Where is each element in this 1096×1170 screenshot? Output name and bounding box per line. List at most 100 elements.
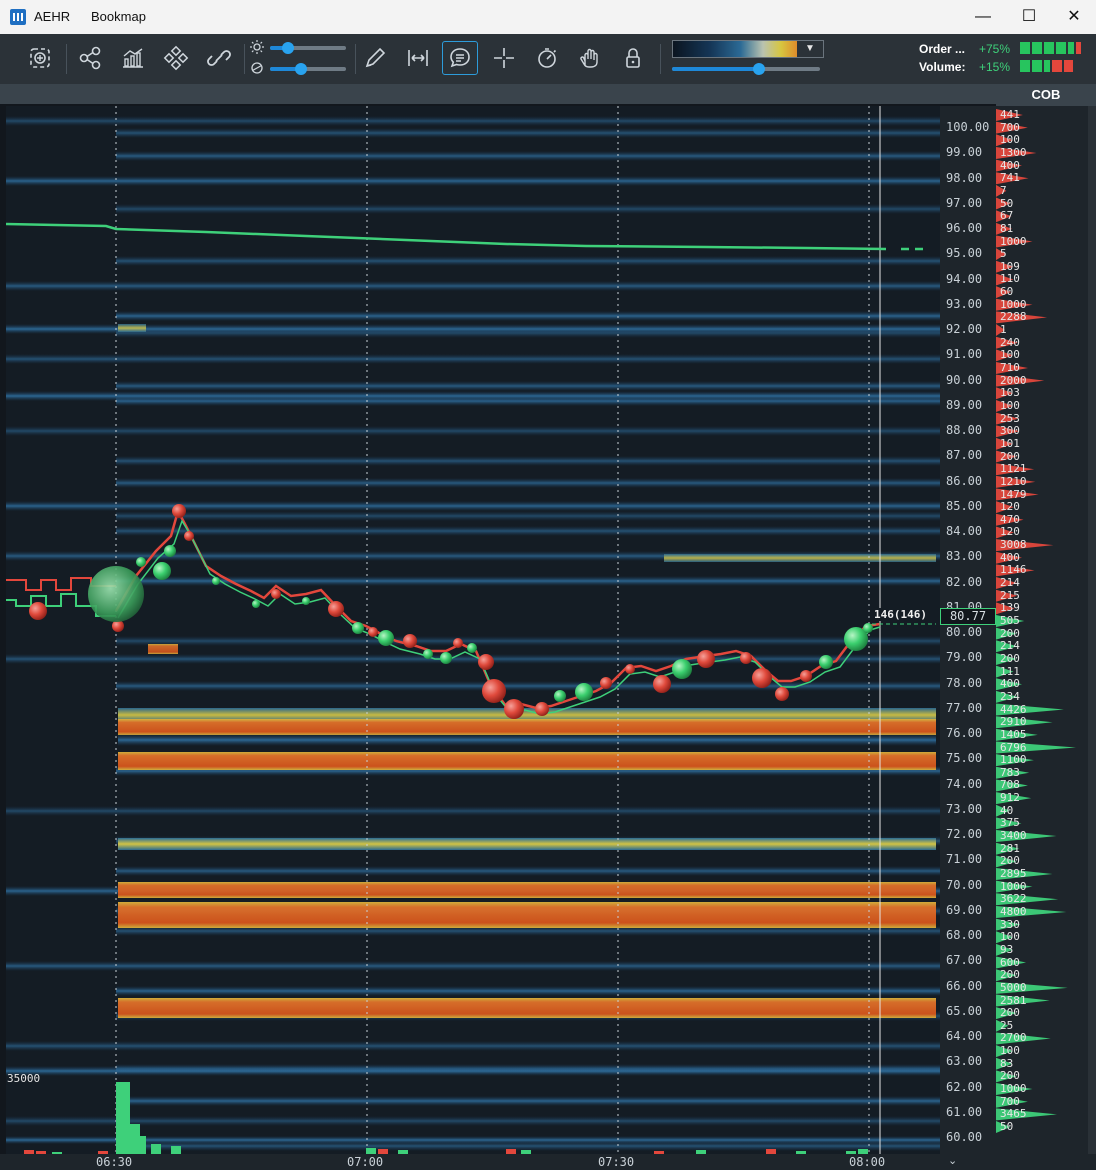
cob-size: 2288 (1000, 310, 1027, 324)
minimize-button[interactable]: — (960, 0, 1006, 34)
buy-trade-bubble (467, 643, 477, 653)
price-tick: 68.00 (946, 928, 983, 942)
cob-size: 50 (1000, 1120, 1014, 1133)
cob-size: 25 (1000, 1018, 1014, 1032)
liquidity-heatmap-bands (6, 116, 940, 1151)
cob-size: 400 (1000, 677, 1020, 691)
order-value: +75% (979, 42, 1011, 56)
maximize-button[interactable]: ☐ (1006, 0, 1052, 34)
price-axis[interactable]: 100.00 99.00 98.00 97.00 96.00 95.00 94.00 93.0… (940, 106, 996, 1154)
cob-size: 50 (1000, 196, 1014, 210)
cob-panel: 441 700 100 1300 400 741 7 50 67 81 1000 5 109 110 60 1… (996, 106, 1096, 1154)
price-tick: 82.00 (946, 574, 983, 589)
cob-size: 3465 (1000, 1107, 1027, 1121)
cob-scrollbar[interactable] (1088, 106, 1096, 1154)
indicators-icon[interactable] (119, 44, 147, 72)
buy-trade-bubble (153, 562, 171, 580)
contrast-slider-knob[interactable] (295, 63, 307, 75)
share-icon[interactable] (76, 44, 104, 72)
axis-collapse-icon[interactable]: ⌄ (940, 1154, 1096, 1170)
close-button[interactable]: ✕ (1051, 0, 1096, 34)
time-axis[interactable]: 06:30 07:00 07:30 08:00 (0, 1154, 940, 1170)
bookmap-logo-icon (10, 9, 26, 25)
price-tick: 93.00 (946, 296, 983, 311)
cob-size: 100 (1000, 1044, 1020, 1058)
sell-trade-bubble (478, 654, 494, 670)
cob-size: 3400 (1000, 829, 1027, 843)
measure-icon[interactable] (404, 44, 432, 72)
cob-size: 214 (1000, 576, 1020, 590)
buy-trade-bubble (554, 690, 566, 702)
crosshair-icon[interactable] (490, 44, 518, 72)
cob-size: 400 (1000, 158, 1020, 172)
link-icon[interactable] (205, 44, 233, 72)
price-tick: 62.00 (946, 1079, 983, 1094)
brightness-slider-knob[interactable] (282, 42, 294, 54)
buy-trade-bubble (302, 597, 310, 605)
price-tick: 99.00 (946, 145, 983, 160)
cob-size: 83 (1000, 1056, 1014, 1070)
price-tick: 60.00 (946, 1130, 983, 1144)
cob-size: 330 (1000, 917, 1020, 931)
cob-size: 40 (1000, 803, 1014, 817)
cob-size: 103 (1000, 386, 1020, 400)
sell-trade-bubble (600, 677, 612, 689)
price-tick: 84.00 (946, 524, 983, 538)
pencil-icon[interactable] (361, 44, 389, 72)
cob-size: 240 (1000, 335, 1020, 349)
cob-size: 2000 (1000, 373, 1027, 387)
cob-size: 1121 (1000, 462, 1027, 476)
cob-size: 700 (1000, 1094, 1020, 1108)
cob-size: 1146 (1000, 563, 1027, 577)
price-tick: 71.00 (946, 852, 983, 867)
cob-size: 5 (1000, 247, 1007, 261)
chat-icon[interactable] (442, 41, 478, 75)
price-tick: 76.00 (946, 726, 983, 740)
sell-trade-bubble (172, 504, 186, 518)
price-tick: 94.00 (946, 271, 983, 286)
cob-size: 1000 (1000, 234, 1027, 248)
brightness-icon (249, 39, 265, 55)
heatmap-range-slider-knob[interactable] (753, 63, 765, 75)
buy-volume-bar (171, 1146, 181, 1154)
cob-size: 1 (1000, 323, 1007, 337)
large-trade-bubble (88, 566, 144, 622)
buy-trade-bubble (423, 649, 433, 659)
price-tick: 91.00 (946, 347, 983, 362)
grid-icon[interactable] (162, 44, 190, 72)
price-tick: 90.00 (946, 372, 983, 387)
sell-trade-bubble (368, 627, 378, 637)
cob-size: 1405 (1000, 727, 1027, 741)
heatmap-chart[interactable]: 35000 146(146) (6, 106, 940, 1154)
sell-trade-bubble (625, 664, 635, 674)
cob-size: 200 (1000, 968, 1020, 982)
timer-icon[interactable] (533, 44, 561, 72)
volume-scale-label: 35000 (7, 1072, 41, 1085)
price-tick: 80.00 (946, 625, 983, 639)
price-tick: 69.00 (946, 902, 983, 917)
heatmap-canvas[interactable] (6, 106, 940, 1154)
buy-trade-bubble (819, 655, 833, 669)
buy-trade-bubble (575, 683, 593, 701)
zoom-fit-icon[interactable] (26, 44, 54, 72)
cob-size: 67 (1000, 209, 1014, 223)
hand-icon[interactable] (576, 44, 604, 72)
buy-volume-bar (151, 1144, 161, 1154)
sell-trade-bubble (752, 668, 772, 688)
price-tick: 95.00 (946, 246, 983, 261)
cob-size: 281 (1000, 841, 1020, 855)
cob-size: 4426 (1000, 702, 1027, 716)
heatmap-palette-dropdown[interactable]: ▼ (672, 40, 824, 58)
cob-size: 2581 (1000, 993, 1027, 1007)
price-tick: 64.00 (946, 1029, 983, 1043)
chevron-down-icon: ▼ (797, 41, 823, 57)
lock-icon[interactable] (619, 44, 647, 72)
cob-size: 6796 (1000, 740, 1027, 754)
sell-trade-bubble (504, 699, 524, 719)
cob-size: 200 (1000, 854, 1020, 868)
cob-size: 100 (1000, 133, 1020, 147)
price-tick: 70.00 (946, 877, 983, 892)
price-tick: 97.00 (946, 195, 983, 210)
volume-imbalance-bars (1020, 60, 1073, 72)
sell-trade-bubble (800, 670, 812, 682)
